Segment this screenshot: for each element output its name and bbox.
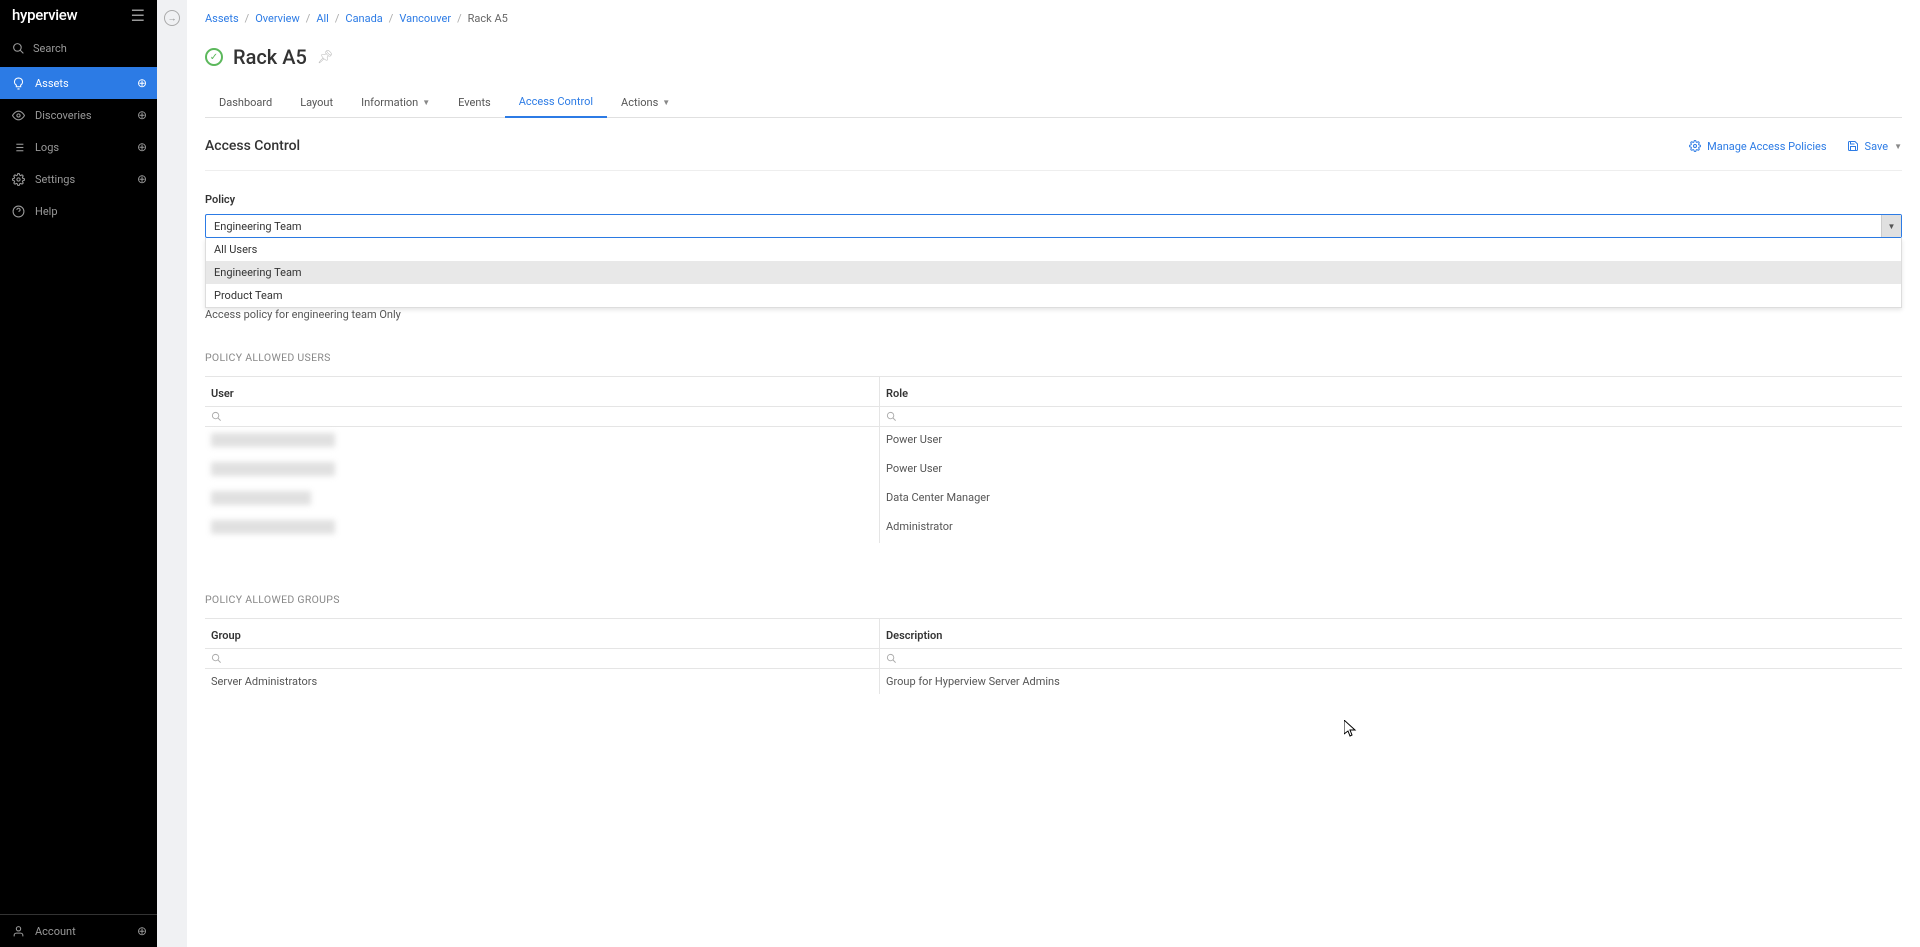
search-icon xyxy=(211,653,222,664)
tab-information[interactable]: Information▼ xyxy=(347,87,444,117)
save-icon xyxy=(1847,140,1859,152)
collapse-sidebar-button[interactable]: → xyxy=(164,10,180,26)
pin-icon[interactable]: 📌︎ xyxy=(317,50,334,65)
search-input[interactable]: Search xyxy=(0,30,157,67)
users-table: User Role Power User Power User Data Cen… xyxy=(205,376,1902,543)
group-cell: Server Administrators xyxy=(205,669,880,694)
breadcrumb-current: Rack A5 xyxy=(468,12,508,25)
search-icon xyxy=(211,411,222,422)
sidebar-item-settings[interactable]: Settings ⊕ xyxy=(0,163,157,195)
redacted-user xyxy=(211,520,335,534)
role-filter-input[interactable] xyxy=(880,407,1902,426)
question-icon xyxy=(12,205,25,218)
breadcrumb-link[interactable]: Assets xyxy=(205,12,239,25)
redacted-user xyxy=(211,491,311,505)
policy-select[interactable]: Engineering Team ▼ xyxy=(205,214,1902,238)
plus-icon[interactable]: ⊕ xyxy=(137,76,147,90)
table-row[interactable]: Server Administrators Group for Hypervie… xyxy=(205,669,1902,694)
column-role[interactable]: Role xyxy=(880,377,1902,406)
policy-option[interactable]: Product Team xyxy=(206,284,1901,307)
groups-section-header: POLICY ALLOWED GROUPS xyxy=(205,593,1902,618)
role-cell: Power User xyxy=(880,456,1902,485)
role-cell: Data Center Manager xyxy=(880,485,1902,514)
sidebar-item-label: Logs xyxy=(35,141,59,154)
sidebar-item-label: Account xyxy=(35,925,76,938)
policy-value: Engineering Team xyxy=(206,220,1881,233)
role-cell: Administrator xyxy=(880,514,1902,543)
tab-dashboard[interactable]: Dashboard xyxy=(205,87,286,117)
tab-actions[interactable]: Actions▼ xyxy=(607,87,684,117)
search-icon xyxy=(886,653,897,664)
manage-policies-button[interactable]: Manage Access Policies xyxy=(1689,140,1826,153)
table-row[interactable]: Power User xyxy=(205,427,1902,456)
sidebar-item-account[interactable]: Account ⊕ xyxy=(0,915,157,947)
sidebar-item-label: Help xyxy=(35,205,58,218)
table-row[interactable]: Data Center Manager xyxy=(205,485,1902,514)
status-ok-icon: ✓ xyxy=(205,48,223,66)
plus-icon[interactable]: ⊕ xyxy=(137,172,147,186)
table-row[interactable]: Administrator xyxy=(205,514,1902,543)
plus-icon[interactable]: ⊕ xyxy=(137,140,147,154)
tab-access-control[interactable]: Access Control xyxy=(505,87,607,118)
policy-option[interactable]: Engineering Team xyxy=(206,261,1901,284)
description-cell: Group for Hyperview Server Admins xyxy=(880,669,1902,694)
column-user[interactable]: User xyxy=(205,377,880,406)
breadcrumb-link[interactable]: Canada xyxy=(345,12,382,25)
redacted-user xyxy=(211,462,335,476)
sidebar-item-assets[interactable]: Assets ⊕ xyxy=(0,67,157,99)
gear-icon xyxy=(1689,140,1701,152)
tab-events[interactable]: Events xyxy=(444,87,505,117)
redacted-user xyxy=(211,433,335,447)
breadcrumb-link[interactable]: All xyxy=(316,12,329,25)
chevron-down-icon: ▼ xyxy=(1894,142,1902,151)
plus-icon[interactable]: ⊕ xyxy=(137,924,147,938)
policy-description: Access policy for engineering team Only xyxy=(205,308,1902,321)
description-filter-input[interactable] xyxy=(880,649,1902,668)
chevron-down-icon[interactable]: ▼ xyxy=(1881,215,1901,237)
table-row[interactable]: Power User xyxy=(205,456,1902,485)
sidebar-item-help[interactable]: Help xyxy=(0,195,157,227)
search-icon xyxy=(12,42,25,55)
app-logo: hyperview xyxy=(12,6,77,24)
policy-option[interactable]: All Users xyxy=(206,238,1901,261)
breadcrumb-link[interactable]: Overview xyxy=(255,12,300,25)
role-cell: Power User xyxy=(880,427,1902,456)
user-filter-input[interactable] xyxy=(205,407,880,426)
search-icon xyxy=(886,411,897,422)
policy-dropdown: All Users Engineering Team Product Team xyxy=(205,238,1902,308)
menu-toggle-icon[interactable]: ☰ xyxy=(131,6,145,25)
column-description[interactable]: Description xyxy=(880,619,1902,648)
sidebar-item-label: Assets xyxy=(35,77,69,90)
users-section-header: POLICY ALLOWED USERS xyxy=(205,351,1902,376)
sidebar-item-logs[interactable]: Logs ⊕ xyxy=(0,131,157,163)
tab-layout[interactable]: Layout xyxy=(286,87,347,117)
page-title: Rack A5 xyxy=(233,45,307,69)
gear-icon xyxy=(12,173,25,186)
breadcrumb: Assets/ Overview/ All/ Canada/ Vancouver… xyxy=(205,12,1902,25)
breadcrumb-link[interactable]: Vancouver xyxy=(399,12,451,25)
section-title: Access Control xyxy=(205,138,300,154)
policy-label: Policy xyxy=(205,193,1902,206)
sidebar-item-label: Settings xyxy=(35,173,75,186)
groups-table: Group Description Server Administrators … xyxy=(205,618,1902,694)
bulb-icon xyxy=(12,77,25,90)
column-group[interactable]: Group xyxy=(205,619,880,648)
chevron-down-icon: ▼ xyxy=(662,98,670,107)
save-button[interactable]: Save ▼ xyxy=(1847,140,1902,153)
list-icon xyxy=(12,141,25,154)
sidebar-item-discoveries[interactable]: Discoveries ⊕ xyxy=(0,99,157,131)
chevron-down-icon: ▼ xyxy=(422,98,430,107)
sidebar-item-label: Discoveries xyxy=(35,109,92,122)
search-placeholder: Search xyxy=(33,42,67,55)
user-icon xyxy=(12,925,25,938)
eye-icon xyxy=(12,109,25,122)
plus-icon[interactable]: ⊕ xyxy=(137,108,147,122)
group-filter-input[interactable] xyxy=(205,649,880,668)
